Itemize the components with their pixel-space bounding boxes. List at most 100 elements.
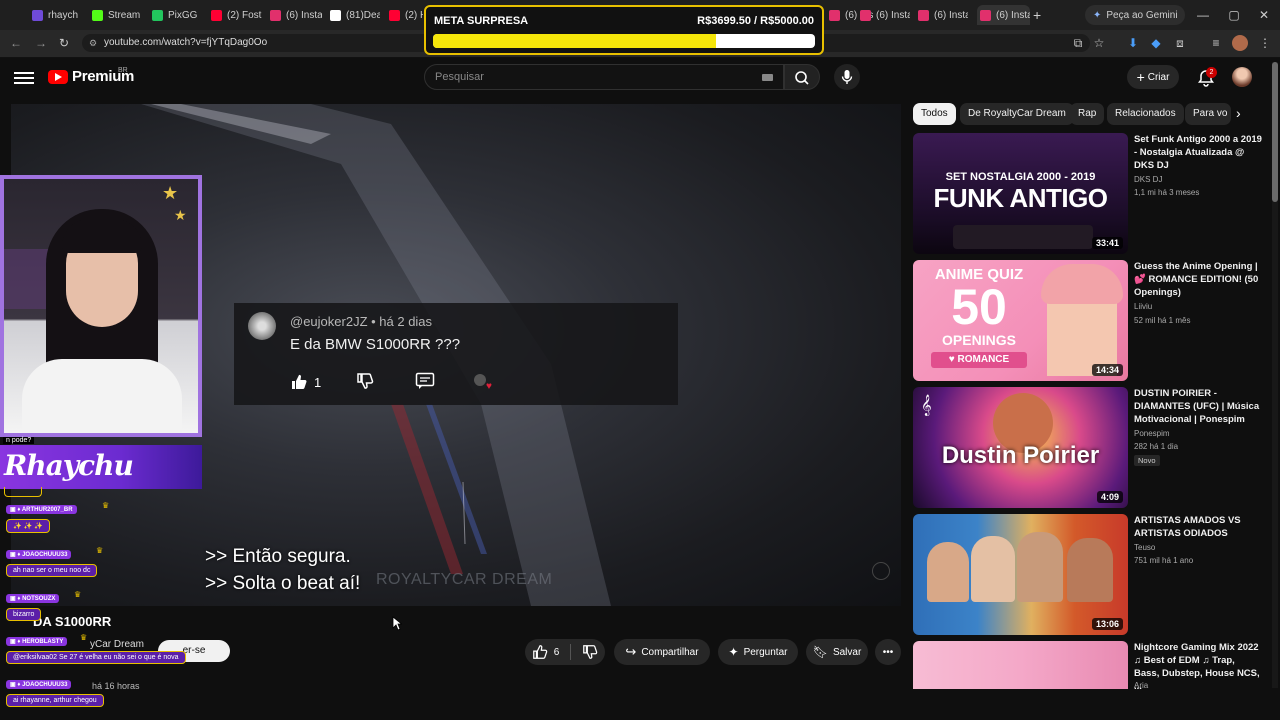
share-button[interactable]: ↪ Compartilhar bbox=[614, 639, 710, 665]
gemini-icon: ✦ bbox=[1093, 9, 1102, 21]
recommended-thumbnail[interactable] bbox=[913, 641, 1128, 689]
account-avatar[interactable] bbox=[1232, 67, 1252, 87]
bookmark-star-icon[interactable]: ☆ bbox=[1091, 35, 1107, 51]
channel-name[interactable]: yCar Dream bbox=[90, 639, 144, 650]
more-actions-button[interactable]: ••• bbox=[875, 639, 901, 665]
dislike-icon[interactable] bbox=[582, 644, 598, 660]
music-note-icon: 𝄞 bbox=[921, 395, 932, 415]
browser-tab[interactable]: rhaych bbox=[32, 5, 82, 25]
recommended-thumbnail[interactable]: 13:06 bbox=[913, 514, 1128, 635]
download-icon[interactable]: ⬇ bbox=[1125, 35, 1141, 51]
extensions-puzzle-icon[interactable]: ⧈ bbox=[1172, 35, 1188, 51]
profile-avatar[interactable] bbox=[1232, 35, 1248, 51]
like-button[interactable]: 6 bbox=[532, 644, 559, 660]
webcam-overlay: ★ ★ bbox=[0, 175, 202, 437]
create-button[interactable]: + Criar bbox=[1127, 65, 1179, 89]
browser-tab[interactable]: (6) Insta bbox=[270, 5, 322, 25]
crown-icon: ♛ bbox=[80, 633, 88, 642]
recommended-channel[interactable]: DKS DJ bbox=[1134, 175, 1162, 184]
search-input[interactable]: Pesquisar bbox=[424, 64, 784, 90]
chat-message: ✨ ✨ ✨ bbox=[6, 519, 51, 533]
streamer-banner: Rhaychu bbox=[0, 445, 202, 489]
video-duration: 33:41 bbox=[1091, 237, 1123, 249]
new-badge: Novo bbox=[1134, 455, 1160, 466]
recommended-title[interactable]: ARTISTAS AMADOS VS ARTISTAS ODIADOS bbox=[1134, 514, 1262, 540]
minimize-button[interactable]: — bbox=[1193, 6, 1213, 24]
tab-favicon-icon bbox=[829, 9, 840, 21]
tab-favicon-icon bbox=[270, 9, 281, 21]
recommended-title[interactable]: DUSTIN POIRIER - DIAMANTES (UFC) | Músic… bbox=[1134, 387, 1262, 426]
new-tab-button[interactable]: + bbox=[1033, 5, 1047, 25]
recommended-title[interactable]: Guess the Anime Opening | 💕 ROMANCE EDIT… bbox=[1134, 260, 1262, 299]
site-info-icon[interactable]: ⚙ bbox=[89, 34, 97, 52]
search-icon bbox=[795, 71, 809, 85]
reload-icon[interactable]: ↻ bbox=[56, 35, 72, 51]
like-dislike-group: 6 bbox=[525, 639, 605, 665]
crown-icon: ♛ bbox=[102, 501, 110, 510]
browser-tab-active[interactable]: (6) Insta bbox=[977, 5, 1030, 25]
extension-icon[interactable]: ◆ bbox=[1148, 35, 1164, 51]
recommended-thumbnail[interactable]: ANIME QUIZ 50 OPENINGS ♥ ROMANCE 14:34 bbox=[913, 260, 1128, 381]
divider bbox=[570, 644, 572, 660]
anime-hair bbox=[1041, 264, 1123, 304]
chevron-right-icon[interactable]: › bbox=[1236, 105, 1241, 121]
crown-icon: ♛ bbox=[74, 590, 82, 599]
artist-face bbox=[1017, 532, 1063, 602]
comment-card-overlay: @eujoker2JZ • há 2 dias E da BMW S1000RR… bbox=[234, 303, 678, 405]
recommended-channel[interactable]: Ponespim bbox=[1134, 429, 1170, 438]
tab-favicon-icon bbox=[860, 9, 871, 21]
recommended-channel[interactable]: Liiviu bbox=[1134, 302, 1152, 311]
browser-tab[interactable]: (2) Hi bbox=[389, 5, 423, 25]
back-icon[interactable]: ← bbox=[8, 35, 24, 51]
keyboard-icon[interactable] bbox=[762, 74, 773, 81]
comment-like: 1 bbox=[290, 373, 321, 391]
scrollbar-thumb[interactable] bbox=[1272, 62, 1278, 202]
browser-menu-icon[interactable]: ⋮ bbox=[1257, 35, 1273, 51]
chip-all[interactable]: Todos bbox=[913, 103, 956, 125]
browser-tab[interactable]: (6) Insta bbox=[860, 5, 910, 25]
browser-tab[interactable]: (2) Fost bbox=[211, 5, 263, 25]
goal-value: R$3699.50 / R$5000.00 bbox=[697, 15, 814, 27]
tab-favicon-icon bbox=[330, 9, 341, 21]
tab-favicon-icon bbox=[918, 9, 929, 21]
browser-tab[interactable]: (81)Dea bbox=[330, 5, 380, 25]
thumbs-down-icon bbox=[357, 373, 374, 389]
video-duration: 13:06 bbox=[1091, 618, 1123, 630]
forward-icon[interactable]: → bbox=[33, 35, 49, 51]
search-placeholder: Pesquisar bbox=[435, 71, 484, 83]
region-code: BR bbox=[118, 67, 128, 74]
close-window-button[interactable]: ✕ bbox=[1254, 6, 1274, 24]
chat-username: ▣ ♦ NOTSOUZX bbox=[6, 594, 60, 603]
menu-icon[interactable] bbox=[14, 69, 34, 85]
browser-tab[interactable]: PixGG bbox=[152, 5, 202, 25]
media-icon[interactable]: ≡ bbox=[1208, 35, 1224, 51]
chip-related[interactable]: Relacionados bbox=[1107, 103, 1184, 125]
chip-for-you[interactable]: Para vo bbox=[1185, 103, 1231, 125]
recommended-channel[interactable]: Teuso bbox=[1134, 543, 1155, 552]
posted-time: há 16 horas bbox=[92, 681, 140, 691]
artist-face bbox=[927, 542, 969, 602]
recommended-thumbnail[interactable]: 𝄞 Dustin Poirier 4:09 bbox=[913, 387, 1128, 508]
save-button[interactable]: 🔖︎ Salvar bbox=[806, 639, 868, 665]
voice-search-button[interactable] bbox=[834, 64, 860, 90]
gemini-button[interactable]: ✦ Peça ao Gemini bbox=[1085, 5, 1185, 25]
tab-favicon-icon bbox=[32, 9, 43, 21]
browser-tab[interactable]: Stream bbox=[92, 5, 144, 25]
chip-channel[interactable]: De RoyaltyCar Dream bbox=[960, 103, 1074, 125]
recommended-title[interactable]: Nightcore Gaming Mix 2022 ♫ Best of EDM … bbox=[1134, 641, 1262, 693]
channel-watermark-icon[interactable] bbox=[872, 562, 890, 580]
maximize-button[interactable]: ▢ bbox=[1224, 6, 1244, 24]
goal-progress-fill bbox=[433, 34, 716, 48]
ask-button[interactable]: ✦ Perguntar bbox=[718, 639, 798, 665]
chip-rap[interactable]: Rap bbox=[1070, 103, 1105, 125]
video-duration: 14:34 bbox=[1091, 364, 1123, 376]
install-icon[interactable]: ⧉ bbox=[1070, 35, 1086, 51]
streamer-name: Rhaychu bbox=[4, 449, 134, 482]
search-button[interactable] bbox=[784, 64, 820, 90]
recommended-channel[interactable]: Aria bbox=[1134, 681, 1148, 690]
creator-heart-avatar bbox=[474, 374, 486, 386]
subtitle-line: >> Solta o beat aí! bbox=[205, 573, 361, 594]
recommended-thumbnail[interactable]: SET NOSTALGIA 2000 - 2019 FUNK ANTIGO 33… bbox=[913, 133, 1128, 254]
recommended-title[interactable]: Set Funk Antigo 2000 a 2019 - Nostalgia … bbox=[1134, 133, 1262, 172]
browser-tab[interactable]: (6) Insta bbox=[918, 5, 968, 25]
